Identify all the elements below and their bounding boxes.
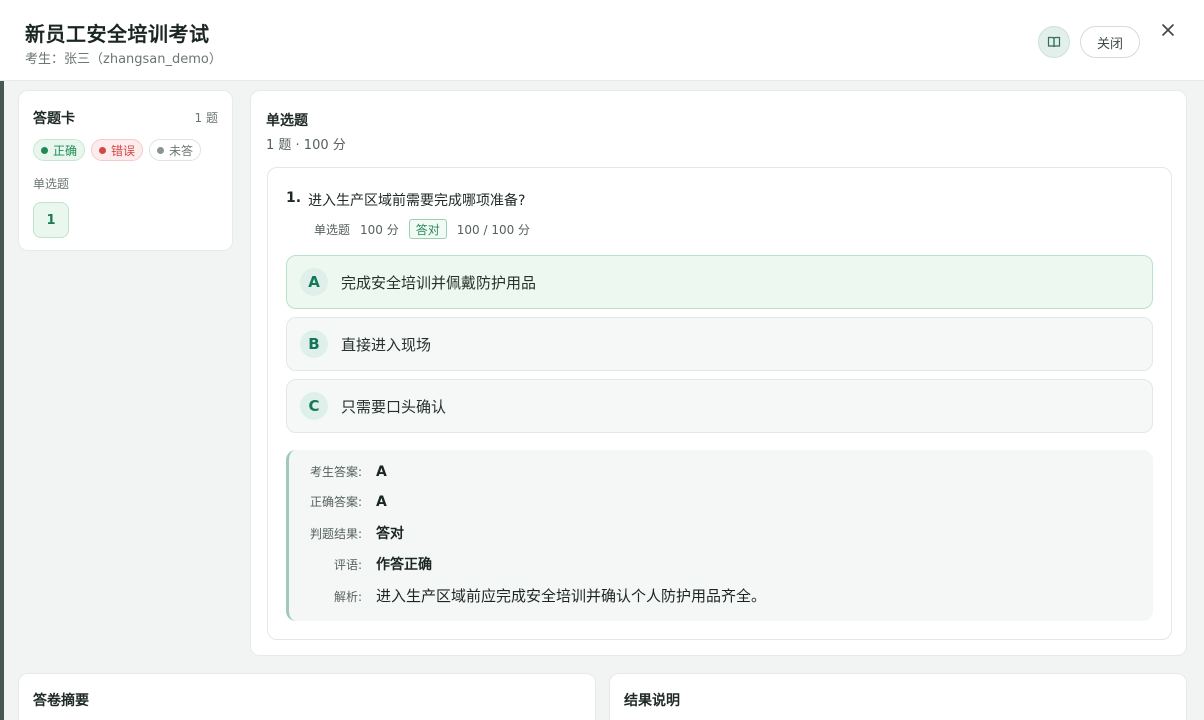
- legend-correct-label: 正确: [53, 143, 78, 158]
- answer-card-group-label: 单选题: [33, 177, 70, 191]
- judgement-row: 判题结果: 答对: [289, 523, 404, 543]
- option-text: 直接进入现场: [341, 335, 432, 354]
- judgement-value: 答对: [376, 526, 404, 542]
- section-title: 单选题: [266, 113, 308, 129]
- analysis-row: 解析: 进入生产区域前应完成安全培训并确认个人防护用品齐全。: [289, 585, 766, 606]
- question-points: 100 分: [360, 222, 399, 237]
- student-answer-row: 考生答案: A: [289, 463, 387, 480]
- comment-label: 评语:: [333, 558, 362, 572]
- comment-value: 作答正确: [376, 557, 432, 573]
- result-card: 结果说明: [609, 673, 1187, 720]
- legend-wrong: 错误: [91, 139, 144, 161]
- option-c[interactable]: C 只需要口头确认: [286, 379, 1153, 433]
- option-b[interactable]: B 直接进入现场: [286, 317, 1153, 371]
- candidate-label: 考生：: [25, 52, 65, 67]
- analysis-value: 进入生产区域前应完成安全培训并确认个人防护用品齐全。: [376, 587, 767, 605]
- option-letter: A: [300, 268, 328, 296]
- comment-row: 评语: 作答正确: [289, 554, 432, 574]
- option-letter: C: [300, 392, 328, 420]
- summary-card: 答卷摘要: [18, 673, 596, 720]
- student-answer-label: 考生答案:: [309, 465, 362, 479]
- status-legend: 正确 错误 未答: [33, 139, 202, 161]
- answer-detail-box: 考生答案: A 正确答案: A 判题结果: 答对 评语: 作答正确 解析: 进入…: [286, 450, 1153, 621]
- close-icon[interactable]: [1156, 18, 1180, 42]
- analysis-label: 解析:: [333, 590, 362, 604]
- correct-dot-icon: [41, 146, 48, 154]
- legend-unanswered: 未答: [149, 139, 202, 161]
- answer-card-panel: 答题卡 1 题 正确 错误 未答 单选题 1: [18, 90, 233, 251]
- question-type: 单选题: [314, 222, 351, 237]
- correct-answer-label: 正确答案:: [309, 495, 362, 509]
- summary-title: 答卷摘要: [33, 693, 89, 709]
- question-text: 进入生产区域前需要完成哪项准备?: [308, 193, 526, 209]
- question-heading: 1. 进入生产区域前需要完成哪项准备?: [286, 190, 526, 210]
- correct-answer-value: A: [376, 494, 387, 510]
- correct-answer-row: 正确答案: A: [289, 493, 387, 510]
- question-number: 1.: [286, 190, 302, 206]
- option-a[interactable]: A 完成安全培训并佩戴防护用品: [286, 255, 1153, 309]
- question-card: 1. 进入生产区域前需要完成哪项准备? 单选题 100 分 答对 100 / 1…: [267, 167, 1172, 640]
- section-meta: 1 题 · 100 分: [266, 138, 346, 153]
- legend-correct: 正确: [33, 139, 86, 161]
- book-icon: [1047, 36, 1061, 48]
- option-text: 只需要口头确认: [341, 397, 447, 416]
- legend-wrong-label: 错误: [111, 143, 136, 158]
- candidate-name: 张三（zhangsan_demo）: [64, 52, 222, 67]
- reading-mode-button[interactable]: [1038, 26, 1070, 58]
- answer-card-title: 答题卡: [33, 111, 75, 127]
- window-left-edge: [0, 0, 4, 720]
- result-title: 结果说明: [624, 693, 680, 709]
- legend-unanswered-label: 未答: [169, 143, 194, 158]
- question-score: 100 / 100 分: [456, 222, 531, 237]
- question-meta: 单选题 100 分 答对 100 / 100 分: [314, 219, 540, 239]
- header-bar: 新员工安全培训考试 考生： 张三（zhangsan_demo） 关闭: [0, 0, 1204, 81]
- student-answer-value: A: [376, 464, 387, 480]
- exam-title: 新员工安全培训考试: [25, 22, 210, 46]
- result-tag: 答对: [408, 219, 447, 239]
- question-panel: 单选题 1 题 · 100 分 1. 进入生产区域前需要完成哪项准备? 单选题 …: [250, 90, 1187, 656]
- candidate-info: 考生： 张三（zhangsan_demo）: [25, 48, 222, 67]
- option-letter: B: [300, 330, 328, 358]
- answer-card-count: 1 题: [194, 111, 218, 125]
- option-text: 完成安全培训并佩戴防护用品: [341, 273, 537, 292]
- wrong-dot-icon: [99, 146, 107, 154]
- judgement-label: 判题结果:: [309, 527, 362, 541]
- close-button[interactable]: 关闭: [1080, 26, 1140, 58]
- question-nav-1[interactable]: 1: [33, 202, 69, 238]
- unanswered-dot-icon: [157, 146, 165, 154]
